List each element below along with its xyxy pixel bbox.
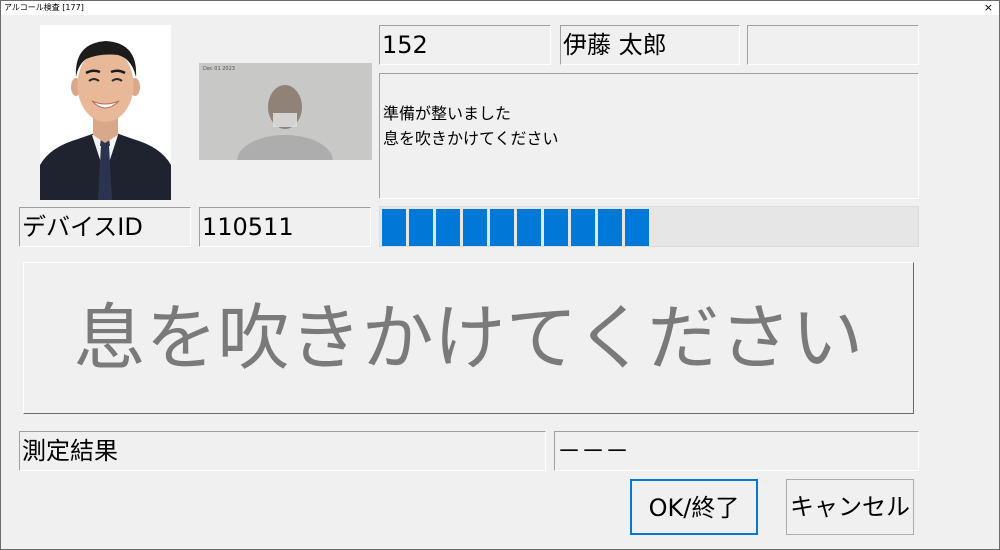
progress-segment [490, 209, 514, 246]
employee-name-field: 伊藤 太郎 [560, 25, 740, 65]
progress-segment [436, 209, 460, 246]
status-message-box: 準備が整いました 息を吹きかけてください [379, 73, 919, 199]
measurement-result-label: 測定結果 [19, 431, 546, 471]
instruction-text: 息を吹きかけてください [73, 296, 864, 380]
measurement-result-value: －－－ [554, 431, 919, 471]
progress-segment [571, 209, 595, 246]
window-title: アルコール検査 [177] [4, 3, 84, 12]
progress-segment [598, 209, 622, 246]
device-id-value: 110511 [199, 207, 371, 247]
camera-timestamp: Dec 01 2023 [203, 66, 235, 72]
camera-preview: Dec 01 2023 [199, 63, 372, 160]
employee-id-field: 152 [379, 25, 551, 65]
employee-photo [40, 25, 171, 200]
progress-segment [625, 209, 649, 246]
employee-extra-field [747, 25, 919, 65]
progress-segment [517, 209, 541, 246]
progress-segment [409, 209, 433, 246]
device-id-label: デバイスID [19, 207, 191, 247]
progress-segment [463, 209, 487, 246]
cancel-button[interactable]: キャンセル [786, 479, 914, 535]
instruction-panel: 息を吹きかけてください [23, 262, 914, 414]
status-message-line-2: 息を吹きかけてください [383, 129, 559, 148]
employee-photo-image [40, 25, 171, 200]
status-message-line-1: 準備が整いました [383, 104, 512, 123]
progress-segment [544, 209, 568, 246]
ok-finish-button[interactable]: OK/終了 [630, 479, 758, 535]
breath-progress-bar [379, 206, 919, 247]
progress-segment [382, 209, 406, 246]
close-button[interactable]: × [984, 1, 993, 14]
camera-preview-image [199, 63, 372, 160]
title-bar: アルコール検査 [177] × [1, 1, 999, 15]
alcohol-check-window: アルコール検査 [177] × Dec 01 2023 152 伊藤 太郎 準備… [0, 0, 1000, 550]
